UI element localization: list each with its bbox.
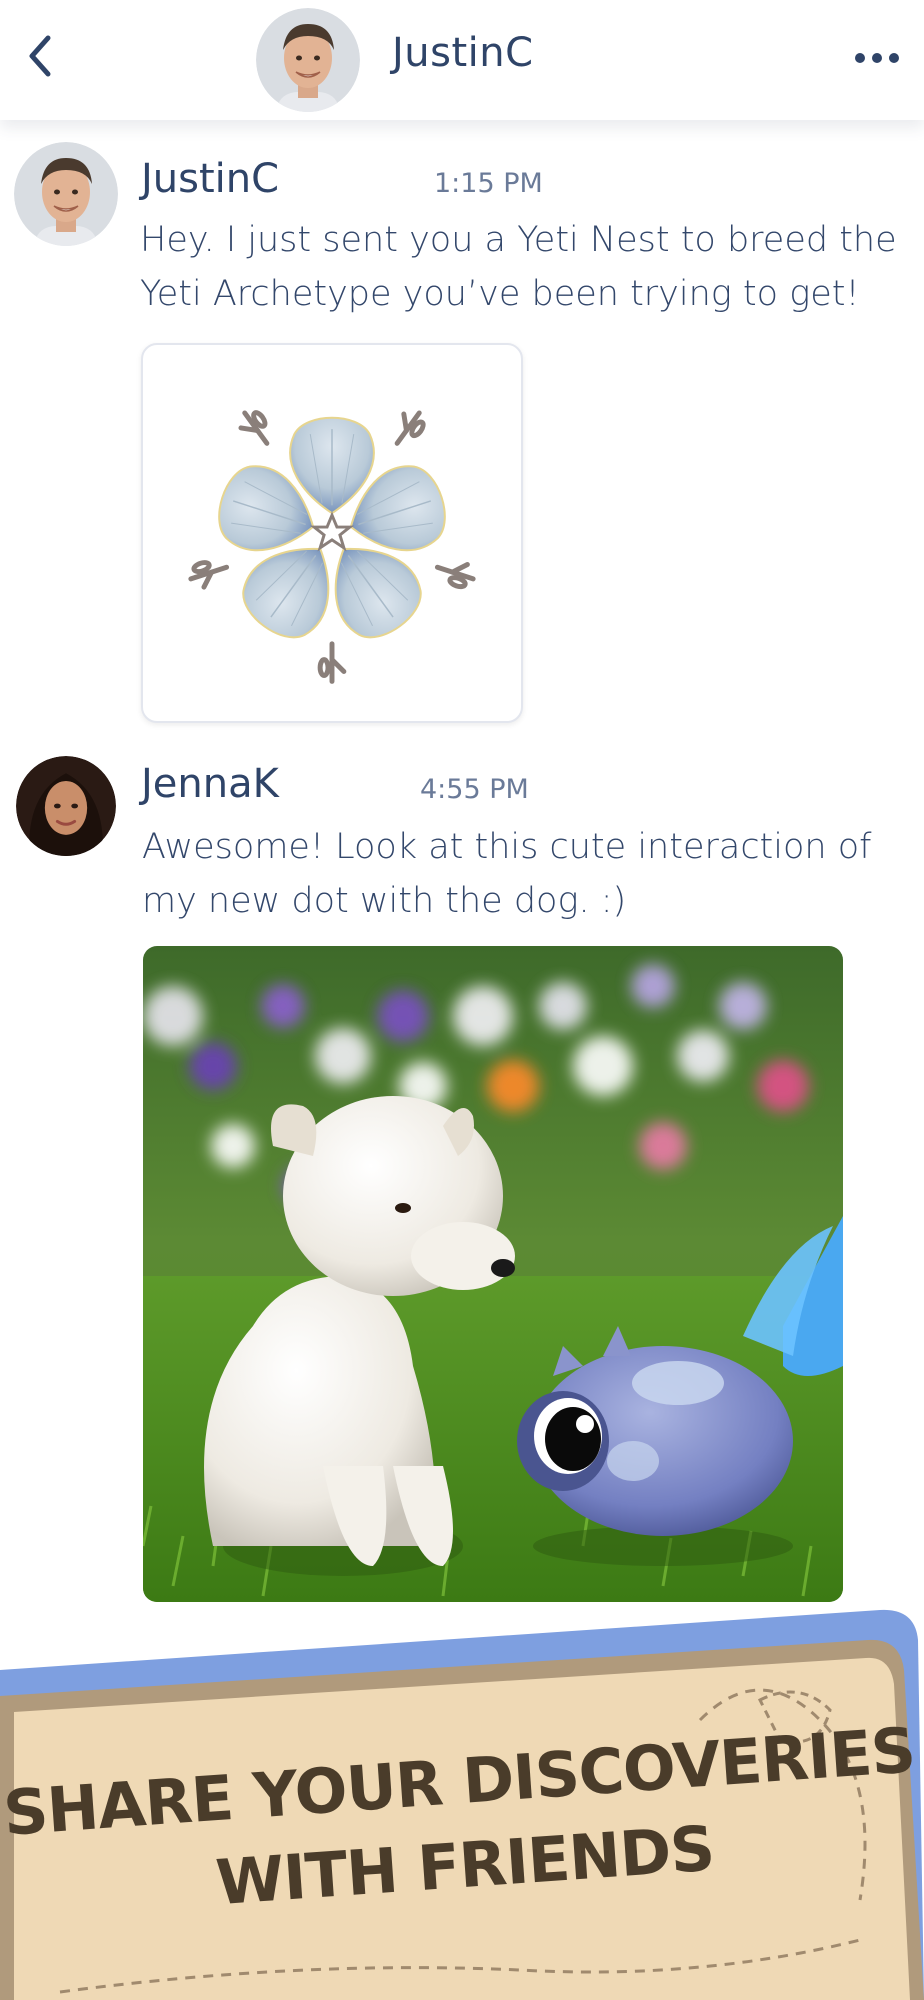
message-author: JennaK	[141, 761, 279, 807]
more-options-button[interactable]	[852, 46, 902, 70]
chat-title: JustinC	[392, 30, 534, 76]
yeti-nest-image[interactable]	[141, 343, 523, 723]
message-line: my new dot with the dog. :)	[142, 881, 627, 921]
puppy-and-creature-photo[interactable]	[143, 946, 843, 1602]
more-horizontal-icon	[855, 53, 899, 63]
back-button[interactable]	[22, 30, 62, 82]
message-author: JustinC	[141, 156, 280, 202]
jenna-avatar[interactable]	[16, 756, 116, 856]
contact-avatar[interactable]	[256, 8, 360, 112]
message-line: Awesome! Look at this cute interaction o…	[142, 827, 872, 867]
message-time: 1:15 PM	[434, 168, 543, 199]
chevron-left-icon	[29, 35, 51, 77]
message-text: Hey. I just sent you a Yeti Nest to bree…	[140, 213, 897, 321]
message-time: 4:55 PM	[420, 774, 529, 805]
justin-avatar[interactable]	[14, 142, 118, 246]
message-text: Awesome! Look at this cute interaction o…	[142, 820, 871, 928]
chat-header: JustinC	[0, 0, 924, 120]
message-line: Yeti Archetype you’ve been trying to get…	[140, 274, 860, 314]
flower-nest-icon	[188, 410, 476, 684]
message-line: Hey. I just sent you a Yeti Nest to bree…	[140, 220, 897, 260]
